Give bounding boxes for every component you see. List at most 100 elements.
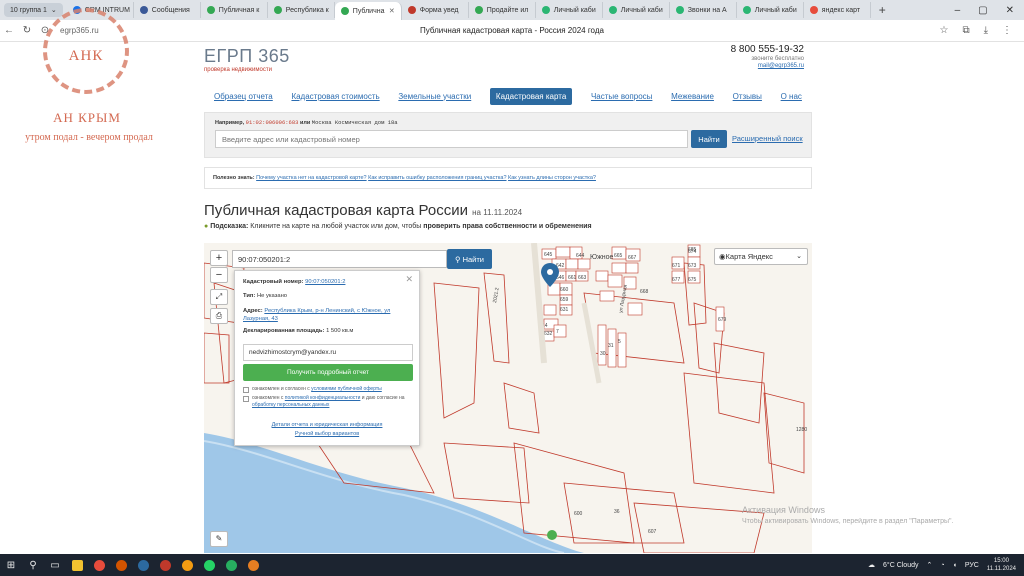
- nav-item[interactable]: Кадастровая стоимость: [291, 92, 379, 101]
- browser-tab[interactable]: Форма увед: [402, 2, 469, 18]
- browser-tab[interactable]: Сообщения: [134, 2, 201, 18]
- privacy-link[interactable]: политикой конфиденциальности: [285, 395, 361, 401]
- browser-tab[interactable]: Звонки на А: [670, 2, 737, 18]
- nav-item[interactable]: Частые вопросы: [591, 92, 652, 101]
- zoom-out-button[interactable]: −: [210, 267, 228, 283]
- yandex-icon[interactable]: [88, 554, 110, 576]
- browser-tab[interactable]: Личный каби: [536, 2, 603, 18]
- browser-tab[interactable]: Личный каби: [603, 2, 670, 18]
- search-icon: ⚲: [455, 254, 461, 264]
- map-search-button[interactable]: ⚲ Найти: [447, 249, 492, 269]
- fullscreen-icon[interactable]: ⤢: [210, 289, 228, 305]
- windows-activation-title: Активация Windows: [742, 505, 825, 515]
- watermark-name: АН КРЫМ: [53, 110, 121, 125]
- manual-select-link[interactable]: Ручной выбор вариантов: [295, 431, 359, 437]
- nav-item[interactable]: Межевание: [671, 92, 714, 101]
- offer-checkbox-row[interactable]: ознакомлен и согласен с условиями публич…: [243, 386, 382, 393]
- beach-marker-icon[interactable]: [547, 530, 557, 540]
- checkbox[interactable]: [243, 396, 249, 402]
- cad-number-row: Кадастровый номер: 90:07:050201:2: [243, 279, 411, 285]
- maximize-icon[interactable]: ▢: [978, 5, 987, 16]
- new-tab-button[interactable]: +: [879, 3, 886, 17]
- cad-label: Кадастровый номер:: [243, 279, 304, 285]
- weather-icon[interactable]: ☁: [868, 561, 875, 569]
- app-icon[interactable]: [132, 554, 154, 576]
- nav-item[interactable]: О нас: [781, 92, 802, 101]
- network-icon[interactable]: ◔: [940, 562, 944, 569]
- privacy-checkbox-row[interactable]: ознакомлен с политикой конфиденциальност…: [243, 395, 419, 409]
- tab-group[interactable]: 10 группа 1 ⌄: [4, 3, 63, 17]
- map-layer-select[interactable]: ◉Карта Яндекс ⌄: [714, 248, 808, 265]
- useful-link[interactable]: Почему участка нет на кадастровой карте?: [256, 175, 366, 181]
- app-icon[interactable]: [176, 554, 198, 576]
- tab-label: яндекс карт: [821, 6, 861, 14]
- app-icon[interactable]: [110, 554, 132, 576]
- heading-date: на 11.11.2024: [472, 208, 523, 217]
- browser-tab[interactable]: Продайте ил: [469, 2, 536, 18]
- phone-number[interactable]: 8 800 555-19-32: [720, 44, 804, 55]
- parcel-popup: ✕ Кадастровый номер: 90:07:050201:2 Тип:…: [234, 270, 420, 446]
- parcel-number-label: 5: [618, 339, 621, 345]
- personal-data-link[interactable]: обработку персональных данных: [252, 402, 329, 408]
- browser-tab[interactable]: Публична ✕: [334, 2, 402, 20]
- app-icon[interactable]: [242, 554, 264, 576]
- example-address: Москва Космическая дом 18а: [311, 119, 398, 126]
- browser-tab[interactable]: Республика к: [268, 2, 335, 18]
- type-row: Тип: Не указано: [243, 293, 411, 299]
- print-icon[interactable]: ⎙: [210, 308, 228, 324]
- tab-label: Продайте ил: [486, 6, 529, 14]
- opera-icon[interactable]: [154, 554, 176, 576]
- favicon-icon: [608, 6, 617, 14]
- taskbar: ⊞ ⚲ ▭ ☁ 6°C Cloudy ⌃ ◔ ◖ РУС 15:00 11.11…: [0, 554, 1024, 576]
- get-report-button[interactable]: Получить подробный отчет: [243, 364, 413, 381]
- weather-text[interactable]: 6°C Cloudy: [883, 562, 918, 569]
- nav-item[interactable]: Образец отчета: [214, 92, 273, 101]
- hint-label: Подсказка:: [210, 223, 249, 230]
- offer-link[interactable]: условиями публичной оферты: [311, 386, 382, 392]
- start-icon[interactable]: ⊞: [0, 554, 22, 576]
- parcel-number-label: 607: [648, 529, 657, 535]
- parcel-number-label: 631: [560, 307, 569, 313]
- browser-tab[interactable]: Личный каби: [737, 2, 804, 18]
- map-search-label: Найти: [462, 254, 484, 264]
- map-search-input[interactable]: [232, 250, 447, 268]
- close-tab-icon[interactable]: ✕: [389, 7, 395, 15]
- whatsapp-icon[interactable]: [198, 554, 220, 576]
- nav-item[interactable]: Кадастровая карта: [489, 87, 573, 105]
- browser-tab[interactable]: CRM INTRUM: [67, 2, 134, 18]
- tray-chevron-icon[interactable]: ⌃: [926, 561, 932, 569]
- heading-text: Публичная кадастровая карта России: [204, 202, 468, 219]
- tab-label: Форма увед: [419, 6, 459, 14]
- email-link[interactable]: mail@egrp365.ru: [720, 63, 804, 69]
- useful-link[interactable]: Как исправить ошибку расположения границ…: [368, 175, 506, 181]
- volume-icon[interactable]: ◖: [953, 562, 957, 569]
- advanced-search-link[interactable]: Расширенный поиск: [732, 134, 803, 143]
- nav-item[interactable]: Земельные участки: [398, 92, 471, 101]
- search-icon[interactable]: ⚲: [22, 554, 44, 576]
- clock-date: 11.11.2024: [986, 566, 1016, 572]
- site-logo[interactable]: ЕГРП 365: [204, 46, 290, 67]
- minimize-icon[interactable]: –: [955, 5, 961, 16]
- app-icon[interactable]: [220, 554, 242, 576]
- address-search-input[interactable]: [215, 130, 688, 148]
- report-details-link[interactable]: Детали отчета и юридическая информация: [272, 422, 383, 428]
- nav-item[interactable]: Отзывы: [733, 92, 762, 101]
- tab-label: Республика к: [285, 6, 329, 14]
- email-input[interactable]: [243, 344, 413, 361]
- browser-tab[interactable]: яндекс карт: [804, 2, 871, 18]
- browser-tab[interactable]: Публичная к: [201, 2, 268, 18]
- file-explorer-icon[interactable]: [66, 554, 88, 576]
- cadastral-map[interactable]: 645 642 644 646 661 663 665 667 668 660 659 631 632 6…: [204, 243, 812, 553]
- close-window-icon[interactable]: ✕: [1006, 5, 1014, 16]
- clock[interactable]: 15:00 11.11.2024: [987, 557, 1016, 573]
- language-indicator[interactable]: РУС: [965, 562, 979, 569]
- task-view-icon[interactable]: ▭: [44, 554, 66, 576]
- ruler-icon[interactable]: ✎: [210, 531, 228, 547]
- useful-link[interactable]: Как узнать длины сторон участка?: [508, 175, 596, 181]
- cad-number-link[interactable]: 90:07:050201:2: [305, 279, 345, 285]
- address-link[interactable]: Республика Крым, р-н Ленинский, с Южное,…: [243, 308, 390, 322]
- search-button[interactable]: Найти: [691, 130, 727, 148]
- zoom-in-button[interactable]: +: [210, 250, 228, 266]
- parcel-number-label: 644: [576, 253, 585, 259]
- checkbox[interactable]: [243, 387, 249, 393]
